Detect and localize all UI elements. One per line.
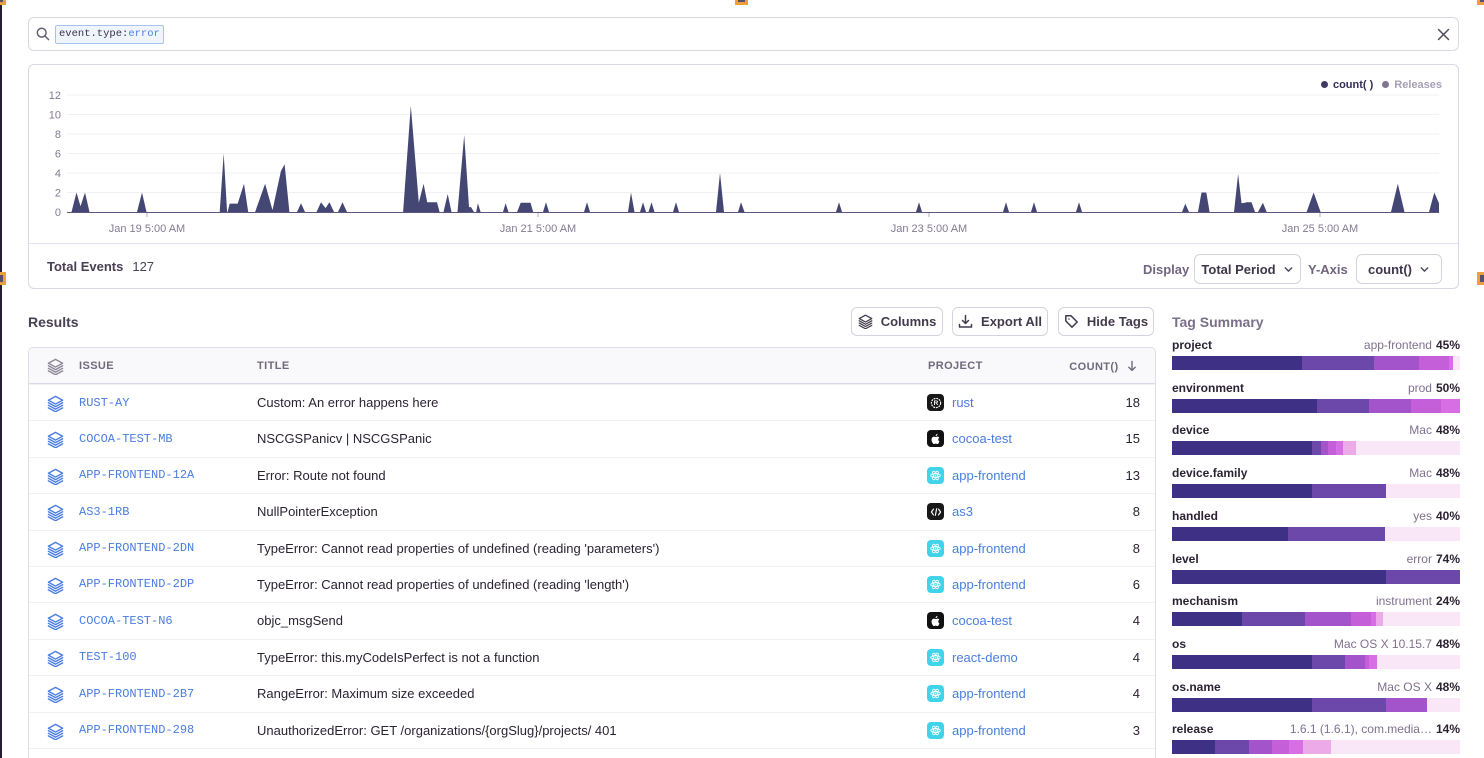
svg-text:4: 4 xyxy=(55,168,61,180)
svg-text:0: 0 xyxy=(55,207,61,219)
svg-text:Jan 23 5:00 AM: Jan 23 5:00 AM xyxy=(891,223,967,235)
svg-text:2: 2 xyxy=(55,188,61,200)
svg-text:Jan 21 5:00 AM: Jan 21 5:00 AM xyxy=(500,223,576,235)
svg-text:12: 12 xyxy=(49,90,61,102)
svg-text:10: 10 xyxy=(49,110,61,122)
svg-text:Jan 19 5:00 AM: Jan 19 5:00 AM xyxy=(109,223,185,235)
svg-text:Jan 25 5:00 AM: Jan 25 5:00 AM xyxy=(1282,223,1358,235)
svg-text:6: 6 xyxy=(55,149,61,161)
svg-text:8: 8 xyxy=(55,129,61,141)
svg-text:R: R xyxy=(933,400,938,407)
